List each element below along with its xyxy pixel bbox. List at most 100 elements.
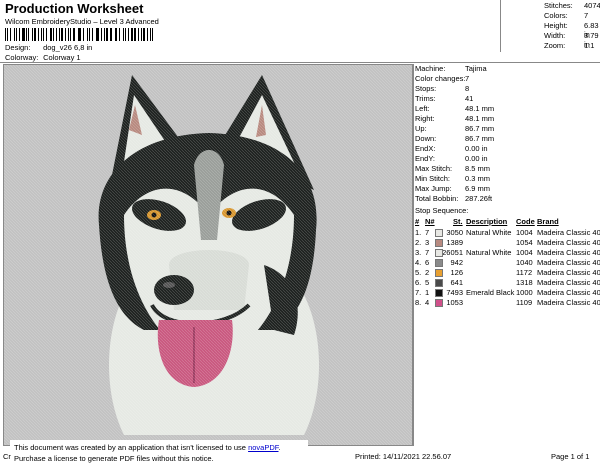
barcode-bar: [37, 28, 39, 41]
cell-stop: 8.: [415, 298, 422, 307]
design-preview: [3, 64, 414, 446]
cell-desc: Natural White: [466, 248, 512, 257]
stop-sequence-row: 2. 3 1389 1054 Madeira Classic 40: [415, 238, 600, 248]
header-divider: [0, 62, 600, 63]
cell-n: 3: [425, 238, 430, 247]
cell-n: 7: [425, 228, 430, 237]
thread-color-swatch: [435, 289, 443, 297]
design-label: Design:: [5, 43, 31, 52]
barcode-bar: [55, 28, 57, 41]
barcode-bar: [87, 28, 88, 41]
license-notice: This document was created by an applicat…: [10, 440, 308, 466]
barcode-bar: [59, 28, 61, 41]
cell-stop: 4.: [415, 258, 422, 267]
footer-cr: Cr: [3, 452, 11, 461]
cell-code: 1000: [516, 288, 533, 297]
cell-brand: Madeira Classic 40: [537, 288, 600, 297]
cell-code: 1318: [516, 278, 533, 287]
barcode-bar: [69, 28, 72, 41]
barcode-bar: [127, 28, 129, 41]
husky-embroidery-image: [4, 65, 413, 445]
cell-brand: Madeira Classic 40: [537, 258, 600, 267]
thread-color-swatch: [435, 249, 443, 257]
barcode-bar: [64, 28, 66, 41]
barcode-bar: [118, 28, 121, 41]
cell-desc: Natural White: [466, 228, 512, 237]
cell-code: 1054: [516, 238, 533, 247]
barcode-bar: [16, 28, 17, 41]
stop-sequence-row: 1. 7 3050 Natural White 1004 Madeira Classic …: [415, 228, 600, 238]
novapdf-link[interactable]: novaPDF: [248, 443, 278, 452]
cell-stop: 6.: [415, 278, 422, 287]
cell-stop: 5.: [415, 268, 422, 277]
barcode-bar: [22, 28, 25, 41]
cell-n: 5: [425, 278, 430, 287]
barcode-bar: [100, 28, 102, 41]
cell-brand: Madeira Classic 40: [537, 298, 600, 307]
cell-brand: Madeira Classic 40: [537, 228, 600, 237]
printed-date: Printed: 14/11/2021 22.56.07: [355, 452, 452, 461]
cell-code: 1109: [516, 298, 533, 307]
cell-desc: Emerald Black: [466, 288, 515, 297]
barcode-bar: [150, 28, 151, 41]
summary-box: Stitches:40747 Colors:7 Height:6.83 in W…: [500, 0, 600, 52]
barcode-bar: [13, 28, 16, 41]
footer: This document was created by an applicat…: [0, 440, 600, 466]
page-title: Production Worksheet: [5, 1, 144, 16]
cell-code: 1004: [516, 248, 533, 257]
barcode-bar: [125, 28, 126, 41]
cell-brand: Madeira Classic 40: [537, 278, 600, 287]
thread-color-swatch: [435, 299, 443, 307]
colorway-value: Colorway 1: [43, 53, 81, 62]
barcode-bar: [5, 28, 7, 41]
barcode-bar: [50, 28, 53, 41]
barcode-bar: [97, 28, 99, 41]
barcode-bar: [134, 28, 136, 41]
stop-sequence-row: 3. 7 26051 Natural White 1004 Madeira Classic…: [415, 248, 600, 258]
barcode-bar: [83, 28, 85, 41]
barcode-bar: [77, 28, 79, 41]
barcode-bar: [41, 28, 42, 41]
barcode-bar: [95, 28, 97, 41]
cell-n: 2: [425, 268, 430, 277]
thread-color-swatch: [435, 279, 443, 287]
barcode-bar: [116, 28, 117, 41]
cell-brand: Madeira Classic 40: [537, 238, 600, 247]
barcode-bar: [45, 28, 48, 41]
cell-n: 4: [425, 298, 430, 307]
design-row: Design: dog_v26 6,8 in: [5, 43, 92, 52]
barcode-bar: [31, 28, 34, 41]
barcode-bar: [151, 28, 154, 41]
barcode-bar: [143, 28, 145, 41]
barcode-bar: [34, 28, 36, 41]
cell-stop: 7.: [415, 288, 422, 297]
barcode-bar: [114, 28, 116, 41]
thread-color-swatch: [435, 239, 443, 247]
barcode-bar: [92, 28, 93, 41]
barcode-bar: [106, 28, 108, 41]
barcode-bar: [141, 28, 143, 41]
colorway-row: Colorway: Colorway 1: [5, 53, 81, 62]
barcode-bar: [42, 28, 44, 41]
thread-color-swatch: [435, 269, 443, 277]
software-name: Wilcom EmbroideryStudio – Level 3 Advanc…: [5, 17, 159, 26]
barcode-bar: [109, 28, 112, 41]
page-number: Page 1 of 1: [551, 452, 590, 461]
barcode-bar: [25, 28, 27, 41]
barcode-bar: [131, 28, 134, 41]
barcode: [5, 28, 155, 41]
barcode-bar: [68, 28, 69, 41]
cell-brand: Madeira Classic 40: [537, 268, 600, 277]
thread-color-swatch: [435, 259, 443, 267]
cell-code: 1004: [516, 228, 533, 237]
stop-sequence-row: 8. 4 1053 1109 Madeira Classic 40: [415, 298, 600, 308]
barcode-bar: [73, 28, 75, 41]
barcode-bar: [28, 28, 29, 41]
barcode-bar: [10, 28, 11, 41]
barcode-bar: [53, 28, 54, 41]
cell-n: 7: [425, 248, 430, 257]
cell-stop: 3.: [415, 248, 422, 257]
barcode-bar: [137, 28, 139, 41]
barcode-bar: [123, 28, 124, 41]
barcode-bar: [88, 28, 91, 41]
